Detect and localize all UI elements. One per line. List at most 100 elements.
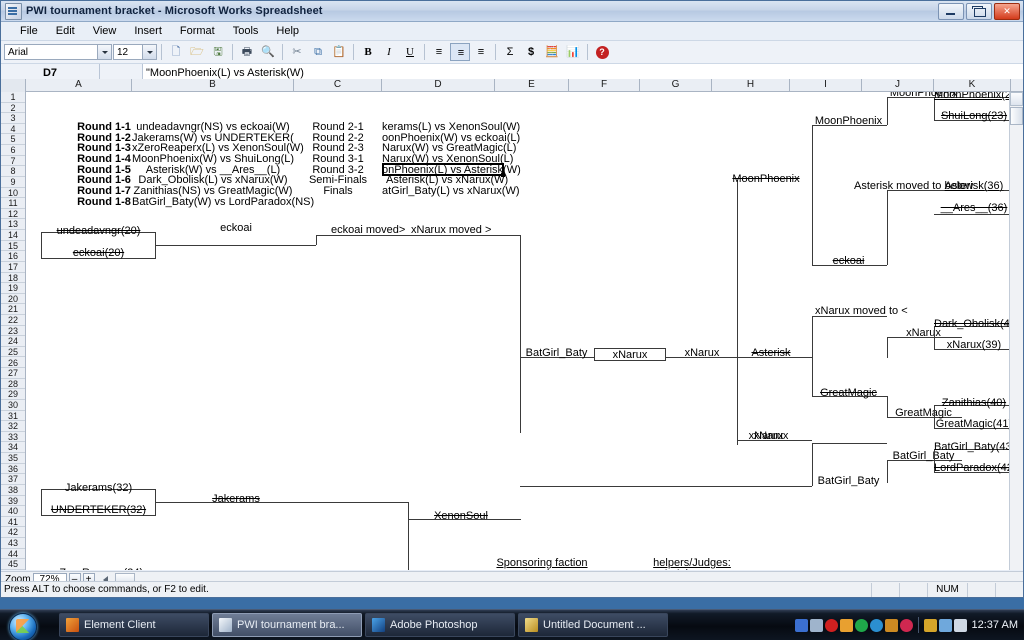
row-header[interactable]: 38	[1, 485, 25, 496]
row-header[interactable]: 1	[1, 92, 25, 103]
row-header[interactable]: 16	[1, 251, 25, 262]
paste-button[interactable]: 📋	[329, 43, 349, 61]
cut-button[interactable]: ✂	[287, 43, 307, 61]
tray-icon-volume[interactable]	[953, 618, 967, 632]
row-header[interactable]: 30	[1, 400, 25, 411]
tray-icon-6[interactable]	[869, 618, 883, 632]
taskbar-item-untitled-document[interactable]: Untitled Document ...	[518, 613, 668, 637]
copy-button[interactable]: ⧉	[308, 43, 328, 61]
row-header[interactable]: 14	[1, 230, 25, 241]
new-document-button[interactable]: 🗋	[166, 43, 186, 61]
menu-view[interactable]: View	[84, 23, 126, 39]
align-left-button[interactable]: ≡	[429, 43, 449, 61]
row-header[interactable]: 40	[1, 506, 25, 517]
row-header[interactable]: 6	[1, 145, 25, 156]
selected-cell-outline[interactable]	[382, 163, 504, 176]
row-header[interactable]: 41	[1, 517, 25, 528]
menu-insert[interactable]: Insert	[125, 23, 171, 39]
row-header[interactable]: 19	[1, 283, 25, 294]
column-header-G[interactable]: G	[640, 79, 712, 92]
row-header[interactable]: 28	[1, 379, 25, 390]
tray-icon-1[interactable]	[794, 618, 808, 632]
vertical-scroll-thumb[interactable]	[1010, 107, 1023, 125]
row-header[interactable]: 24	[1, 336, 25, 347]
row-header[interactable]: 39	[1, 496, 25, 507]
row-header[interactable]: 23	[1, 326, 25, 337]
tray-icon-security[interactable]	[923, 618, 937, 632]
align-center-button[interactable]: ≡	[450, 43, 470, 61]
underline-button[interactable]: U	[400, 43, 420, 61]
autosum-button[interactable]: Σ	[500, 43, 520, 61]
help-button[interactable]: ?	[592, 43, 612, 61]
taskbar-item-pwi-tournament[interactable]: PWI tournament bra...	[212, 613, 362, 637]
row-header[interactable]: 26	[1, 358, 25, 369]
row-header[interactable]: 34	[1, 442, 25, 454]
row-header[interactable]: 31	[1, 411, 25, 422]
minimize-button[interactable]	[938, 3, 964, 20]
taskbar-item-adobe-photoshop[interactable]: Adobe Photoshop	[365, 613, 515, 637]
row-header[interactable]: 7	[1, 156, 25, 167]
column-header-H[interactable]: H	[712, 79, 790, 92]
row-header[interactable]: 15	[1, 241, 25, 252]
menu-file[interactable]: File	[11, 23, 47, 39]
column-header-I[interactable]: I	[790, 79, 862, 92]
tray-icon-2[interactable]	[809, 618, 823, 632]
row-header[interactable]: 5	[1, 134, 25, 146]
row-header[interactable]: 25	[1, 347, 25, 358]
row-header[interactable]: 32	[1, 421, 25, 432]
row-header[interactable]: 45	[1, 559, 25, 570]
row-header[interactable]: 11	[1, 198, 25, 209]
row-header[interactable]: 13	[1, 219, 25, 231]
scroll-up-arrow-icon[interactable]	[1010, 92, 1023, 106]
row-header[interactable]: 36	[1, 464, 25, 475]
row-header[interactable]: 29	[1, 389, 25, 400]
row-header[interactable]: 43	[1, 538, 25, 549]
row-header[interactable]: 44	[1, 549, 25, 560]
row-header[interactable]: 10	[1, 188, 25, 199]
row-header[interactable]: 22	[1, 315, 25, 326]
row-header[interactable]: 35	[1, 453, 25, 464]
column-header-C[interactable]: C	[294, 79, 382, 92]
menu-format[interactable]: Format	[171, 23, 224, 39]
start-button[interactable]	[1, 611, 51, 640]
currency-button[interactable]: $	[521, 43, 541, 61]
taskbar-clock[interactable]: 12:37 AM	[969, 619, 1018, 631]
row-header[interactable]: 3	[1, 113, 25, 124]
print-button[interactable]: 🖶	[237, 43, 257, 61]
save-button[interactable]: 🖫	[208, 43, 228, 61]
tray-icon-network[interactable]	[938, 618, 952, 632]
restore-button[interactable]	[966, 3, 992, 20]
column-header-A[interactable]: A	[26, 79, 132, 92]
row-header[interactable]: 33	[1, 432, 25, 443]
align-right-button[interactable]: ≡	[471, 43, 491, 61]
row-header[interactable]: 2	[1, 103, 25, 114]
menu-edit[interactable]: Edit	[47, 23, 84, 39]
row-header[interactable]: 42	[1, 527, 25, 539]
row-header[interactable]: 4	[1, 124, 25, 135]
bold-button[interactable]: B	[358, 43, 378, 61]
menu-tools[interactable]: Tools	[224, 23, 268, 39]
close-button[interactable]: ✕	[994, 3, 1020, 20]
sheet-canvas[interactable]: Round 1-1 Round 1-2 Round 1-3 Round 1-4 …	[26, 92, 1009, 570]
column-header-K[interactable]: K	[934, 79, 1011, 92]
selection-fill-handle[interactable]	[501, 173, 505, 177]
row-header[interactable]: 9	[1, 177, 25, 188]
tray-icon-3[interactable]	[824, 618, 838, 632]
row-header[interactable]: 27	[1, 368, 25, 379]
chart-button[interactable]: 📊	[563, 43, 583, 61]
column-header-B[interactable]: B	[132, 79, 294, 92]
row-header[interactable]: 12	[1, 209, 25, 220]
chevron-down-icon[interactable]	[142, 45, 156, 59]
taskbar-item-element-client[interactable]: Element Client	[59, 613, 209, 637]
open-button[interactable]: 🗁	[187, 43, 207, 61]
print-preview-button[interactable]: 🔍	[258, 43, 278, 61]
tray-icon-8[interactable]	[899, 618, 913, 632]
tray-icon-5[interactable]	[854, 618, 868, 632]
easycalc-button[interactable]: 🧮	[542, 43, 562, 61]
tray-icon-4[interactable]	[839, 618, 853, 632]
select-all-corner[interactable]	[1, 79, 26, 92]
italic-button[interactable]: I	[379, 43, 399, 61]
menu-help[interactable]: Help	[267, 23, 308, 39]
row-header[interactable]: 18	[1, 273, 25, 284]
font-size-combo[interactable]: 12	[113, 44, 157, 60]
